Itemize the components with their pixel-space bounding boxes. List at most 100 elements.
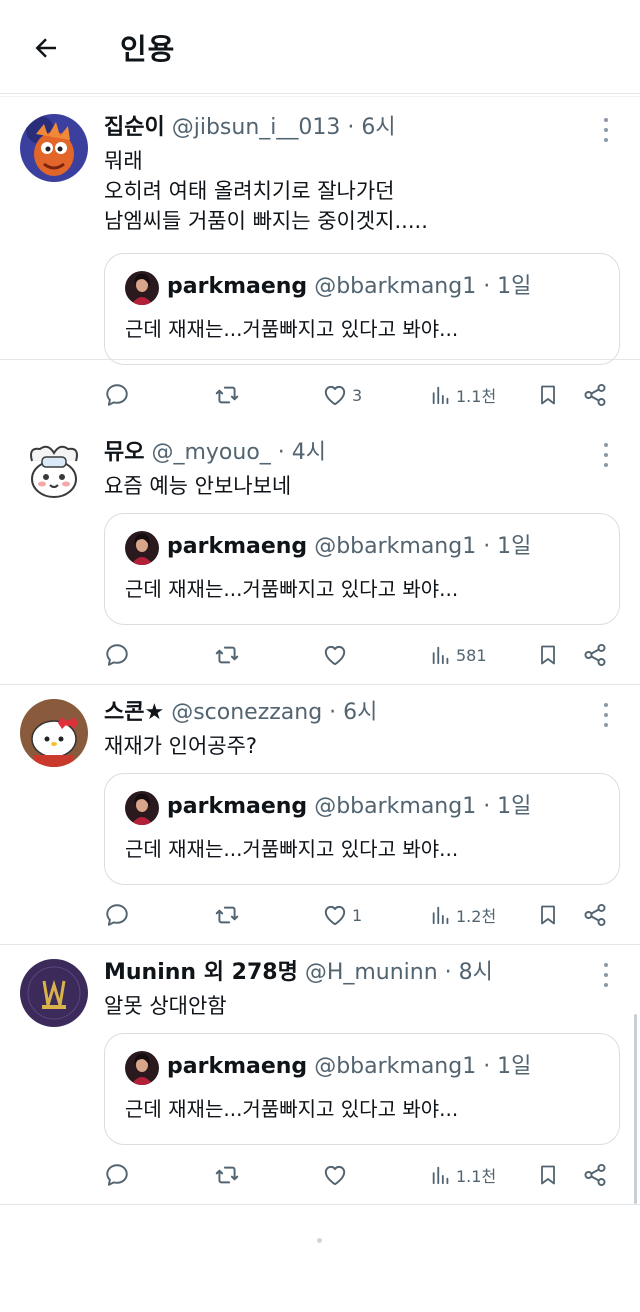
quoted-header: parkmaeng @bbarkmang1 · 1일	[167, 792, 531, 822]
post-text: 알못 상대안함	[104, 991, 227, 1021]
views-button[interactable]: 1.1천	[430, 380, 496, 410]
reply-button[interactable]	[104, 640, 130, 670]
quoted-text: 근데 재재는...거품빠지고 있다고 봐야...	[125, 577, 459, 601]
post[interactable]: 집순이 @jibsun_i__013 · 6시 뭐래 오히려 여태 올려치기로 …	[0, 100, 640, 407]
scrollbar[interactable]	[634, 1014, 637, 1204]
bookmark-button[interactable]	[536, 380, 560, 410]
action-bar: 581	[104, 640, 620, 670]
like-icon	[324, 905, 346, 926]
quoted-header: parkmaeng @bbarkmang1 · 1일	[167, 532, 531, 562]
views-icon	[432, 1166, 449, 1185]
author-meta: @sconezzang · 6시	[171, 700, 378, 725]
share-button[interactable]	[582, 640, 608, 670]
bookmark-icon	[541, 385, 555, 405]
like-button[interactable]	[322, 1160, 352, 1190]
views-button[interactable]: 581	[430, 640, 487, 670]
avatar[interactable]	[20, 439, 88, 507]
repost-icon	[215, 1166, 239, 1184]
bookmark-icon	[541, 905, 555, 925]
more-icon[interactable]	[596, 118, 616, 142]
share-icon	[584, 903, 606, 927]
reply-button[interactable]	[104, 900, 130, 930]
reply-button[interactable]	[104, 1160, 130, 1190]
repost-button[interactable]	[214, 1160, 240, 1190]
post-header: Muninn 외 278명 @H_muninn · 8시	[104, 959, 493, 987]
views-count: 1.2천	[456, 907, 497, 926]
like-icon	[324, 385, 346, 406]
repost-icon	[215, 386, 239, 404]
reply-icon	[106, 644, 128, 666]
views-icon	[432, 646, 449, 665]
share-icon	[584, 383, 606, 407]
share-button[interactable]	[582, 380, 608, 410]
quoted-author-meta: @bbarkmang1 · 1일	[314, 274, 532, 299]
action-bar: 1 1.2천	[104, 900, 620, 930]
author-meta: @H_muninn · 8시	[304, 960, 493, 985]
avatar[interactable]	[20, 699, 88, 767]
reply-icon	[106, 1164, 128, 1186]
quoted-avatar	[125, 791, 159, 825]
post-text-line: 오히려 여태 올려치기로 잘나가던	[104, 179, 395, 203]
post-header: 뮤오 @_myouo_ · 4시	[104, 439, 326, 467]
avatar[interactable]	[20, 959, 88, 1027]
quoted-author-name: parkmaeng	[167, 274, 308, 299]
quoted-avatar	[125, 1051, 159, 1085]
post-header: 집순이 @jibsun_i__013 · 6시	[104, 114, 396, 142]
reply-button[interactable]	[104, 380, 130, 410]
more-icon[interactable]	[596, 703, 616, 727]
share-icon	[584, 643, 606, 667]
like-button[interactable]: 1	[322, 900, 362, 930]
reply-icon	[106, 904, 128, 926]
like-count: 1	[352, 905, 363, 925]
avatar[interactable]	[20, 114, 88, 182]
bookmark-button[interactable]	[536, 640, 560, 670]
quoted-author-name: parkmaeng	[167, 534, 308, 559]
like-button[interactable]	[322, 640, 352, 670]
post-text-line: 재재가 인어공주?	[104, 734, 258, 758]
views-button[interactable]: 1.2천	[430, 900, 496, 930]
author-name[interactable]: 집순이	[104, 115, 165, 140]
post[interactable]: 스콘★ @sconezzang · 6시 재재가 인어공주? parkmaeng…	[0, 685, 640, 945]
quoted-author-meta: @bbarkmang1 · 1일	[314, 794, 532, 819]
bookmark-button[interactable]	[536, 1160, 560, 1190]
author-name[interactable]: Muninn 외 278명	[104, 960, 298, 985]
like-button[interactable]: 3	[322, 380, 362, 410]
repost-icon	[215, 646, 239, 664]
quoted-post[interactable]: parkmaeng @bbarkmang1 · 1일 근데 재재는...거품빠지…	[104, 253, 620, 365]
post-text: 요즘 예능 안보나보네	[104, 471, 291, 501]
author-name[interactable]: 뮤오	[104, 440, 144, 465]
top-bar: 인용	[0, 0, 640, 94]
post[interactable]: Muninn 외 278명 @H_muninn · 8시 알못 상대안함 par…	[0, 945, 640, 1205]
quoted-post[interactable]: parkmaeng @bbarkmang1 · 1일 근데 재재는...거품빠지…	[104, 773, 620, 885]
page-title: 인용	[120, 32, 176, 66]
views-count: 1.1천	[456, 1167, 497, 1186]
more-icon[interactable]	[596, 443, 616, 467]
quoted-post[interactable]: parkmaeng @bbarkmang1 · 1일 근데 재재는...거품빠지…	[104, 1033, 620, 1145]
quoted-text: 근데 재재는...거품빠지고 있다고 봐야...	[125, 317, 459, 341]
quoted-post[interactable]: parkmaeng @bbarkmang1 · 1일 근데 재재는...거품빠지…	[104, 513, 620, 625]
repost-button[interactable]	[214, 900, 240, 930]
share-button[interactable]	[582, 900, 608, 930]
views-button[interactable]: 1.1천	[430, 1160, 496, 1190]
author-name[interactable]: 스콘★	[104, 700, 164, 725]
share-button[interactable]	[582, 1160, 608, 1190]
back-arrow-icon	[35, 38, 56, 58]
post-text-line: 알못 상대안함	[104, 994, 227, 1018]
views-count: 581	[456, 645, 487, 665]
like-count: 3	[352, 385, 363, 405]
post-text-line: 남엠씨들 거품이 빠지는 중이겟지.....	[104, 209, 428, 233]
bookmark-button[interactable]	[536, 900, 560, 930]
more-icon[interactable]	[596, 963, 616, 987]
like-icon	[324, 645, 346, 666]
divider	[0, 96, 640, 97]
quoted-author-name: parkmaeng	[167, 794, 308, 819]
quoted-header: parkmaeng @bbarkmang1 · 1일	[167, 272, 531, 302]
repost-button[interactable]	[214, 640, 240, 670]
back-button[interactable]	[26, 28, 66, 68]
quoted-text: 근데 재재는...거품빠지고 있다고 봐야...	[125, 837, 459, 861]
quoted-author-meta: @bbarkmang1 · 1일	[314, 1054, 532, 1079]
quoted-author-meta: @bbarkmang1 · 1일	[314, 534, 532, 559]
action-bar: 3 1.1천	[104, 380, 620, 410]
repost-button[interactable]	[214, 380, 240, 410]
post[interactable]: 뮤오 @_myouo_ · 4시 요즘 예능 안보나보네 parkmaeng @…	[0, 425, 640, 685]
